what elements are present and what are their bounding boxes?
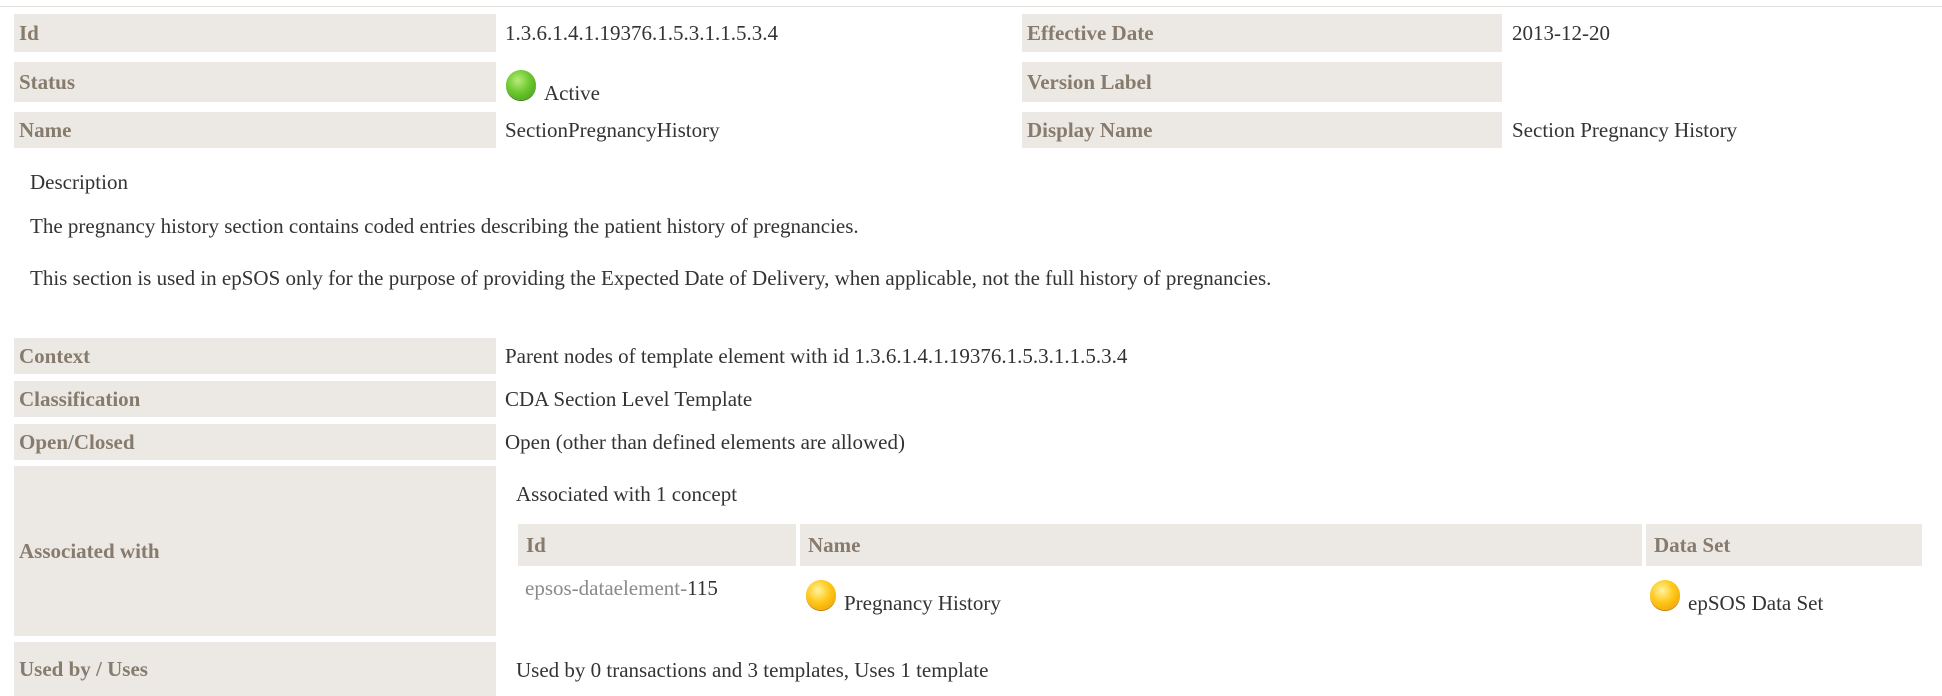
used-by-uses-label: Used by / Uses — [14, 642, 496, 696]
assoc-row-name[interactable]: Pregnancy History — [806, 572, 1001, 616]
dataset-status-icon — [1650, 580, 1680, 610]
effective-date-label: Effective Date — [1022, 14, 1502, 52]
open-closed-value: Open (other than defined elements are al… — [505, 429, 905, 454]
effective-date-value: 2013-12-20 — [1512, 20, 1610, 45]
id-value: 1.3.6.1.4.1.19376.1.5.3.1.1.5.3.4 — [505, 20, 778, 45]
description-label: Description — [30, 170, 128, 194]
assoc-id-prefix[interactable]: epsos-dataelement- — [525, 576, 687, 601]
assoc-col-id: Id — [518, 524, 796, 566]
context-value: Parent nodes of template element with id… — [505, 343, 1128, 368]
id-label: Id — [14, 14, 496, 52]
open-closed-label: Open/Closed — [14, 424, 496, 460]
assoc-row-dataset[interactable]: epSOS Data Set — [1650, 572, 1823, 616]
assoc-name-text[interactable]: Pregnancy History — [844, 591, 1001, 616]
concept-status-icon — [806, 580, 836, 610]
assoc-col-dataset: Data Set — [1646, 524, 1922, 566]
name-label: Name — [14, 112, 496, 148]
description-paragraph-2: This section is used in epSOS only for t… — [30, 266, 1272, 290]
status-label: Status — [14, 62, 496, 102]
status-value: Active — [506, 62, 600, 106]
top-divider — [0, 6, 1942, 7]
assoc-row-id[interactable]: epsos-dataelement- 115 — [525, 570, 718, 612]
display-name-label: Display Name — [1022, 112, 1502, 148]
classification-label: Classification — [14, 381, 496, 417]
description-paragraph-1: The pregnancy history section contains c… — [30, 214, 859, 238]
associated-summary: Associated with 1 concept — [516, 481, 738, 506]
assoc-col-name: Name — [800, 524, 1642, 566]
status-text: Active — [544, 81, 600, 105]
assoc-dataset-text[interactable]: epSOS Data Set — [1688, 591, 1823, 616]
name-value: SectionPregnancyHistory — [505, 117, 720, 142]
associated-with-label: Associated with — [14, 466, 496, 636]
classification-value: CDA Section Level Template — [505, 386, 753, 411]
version-label-label: Version Label — [1022, 62, 1502, 102]
display-name-value: Section Pregnancy History — [1512, 117, 1738, 142]
context-label: Context — [14, 338, 496, 374]
status-active-icon — [506, 70, 536, 100]
assoc-id-number[interactable]: 115 — [687, 576, 718, 601]
used-by-uses-value: Used by 0 transactions and 3 templates, … — [516, 657, 989, 682]
